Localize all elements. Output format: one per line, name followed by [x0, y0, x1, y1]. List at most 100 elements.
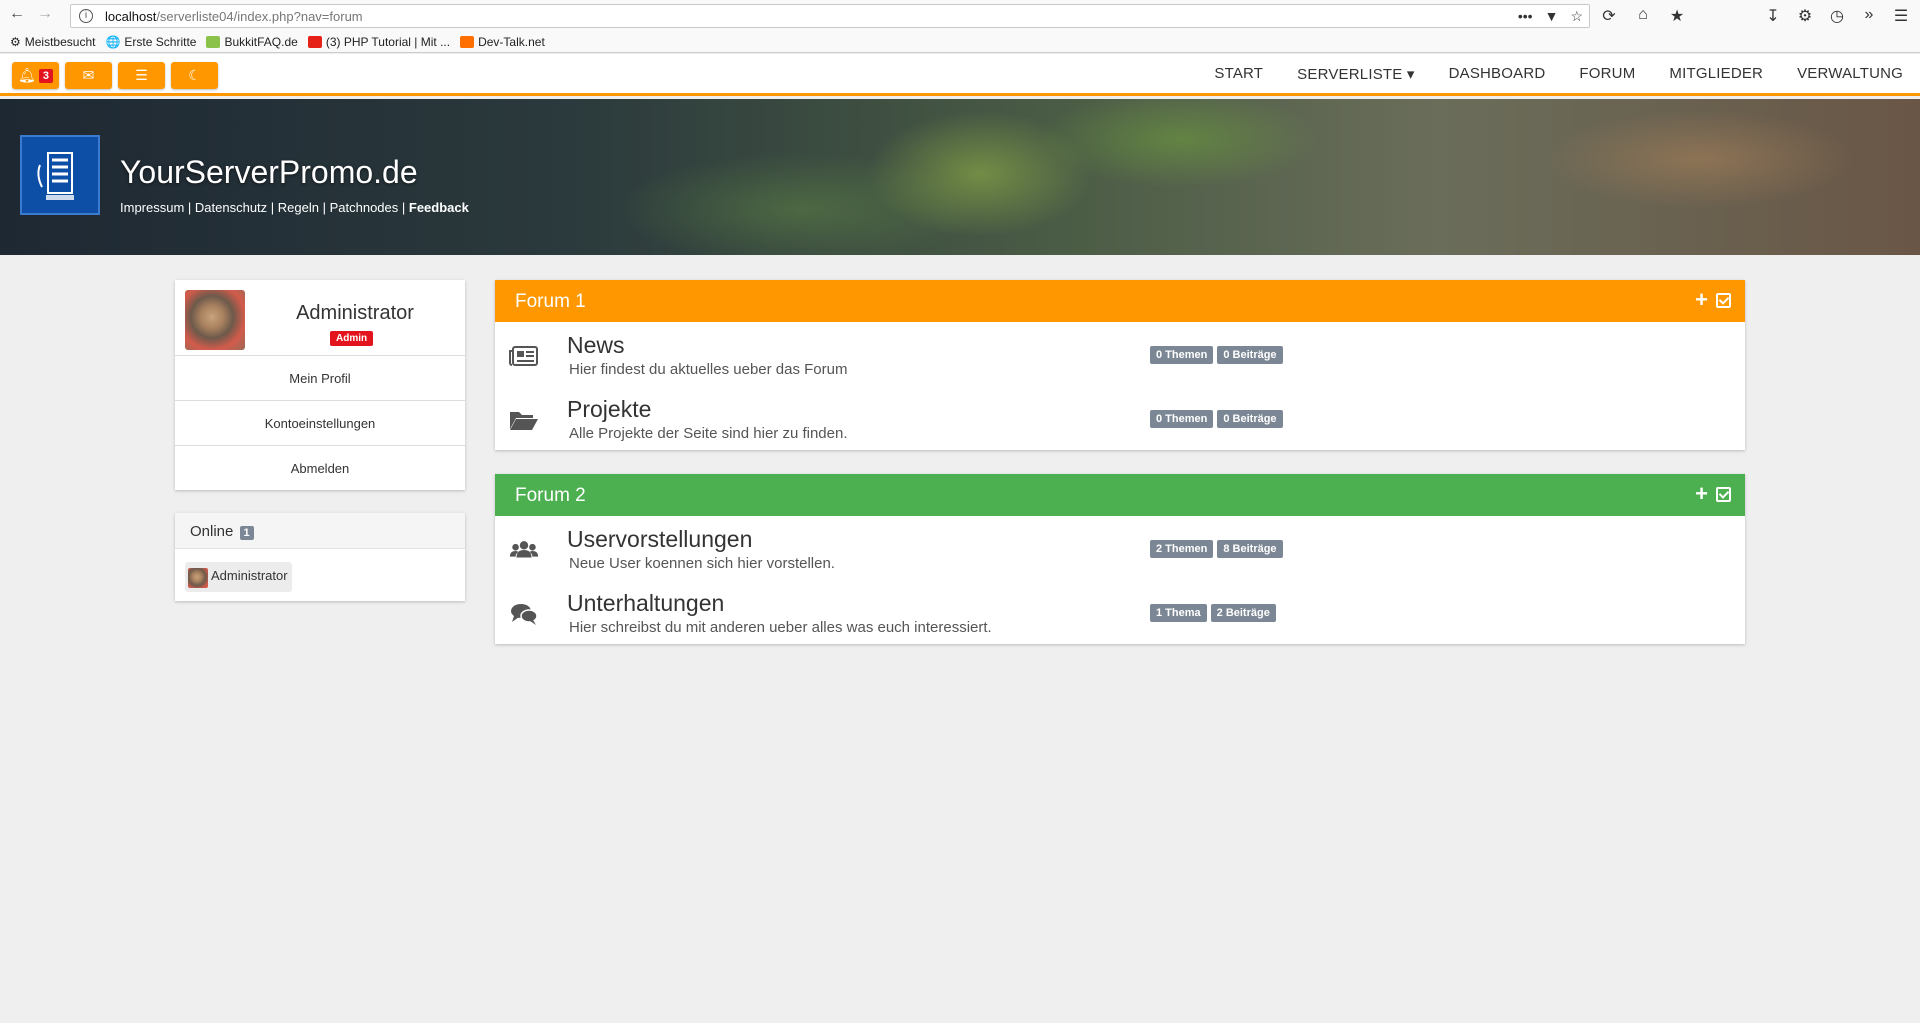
- board-description: Hier schreibst du mit anderen ueber alle…: [569, 619, 992, 636]
- posts-badge: 8 Beiträge: [1217, 540, 1283, 558]
- page-actions-icon[interactable]: •••: [1518, 8, 1533, 25]
- home-icon[interactable]: ⌂: [1634, 6, 1652, 26]
- site-navbar: 🔔︎ 3 ✉ ☰ ☾ START SERVERLISTE ▾ DASHBOARD…: [0, 54, 1920, 96]
- bookmark-item[interactable]: BukkitFAQ.de: [206, 35, 298, 49]
- online-user[interactable]: Administrator: [185, 562, 292, 592]
- posts-badge: 2 Beiträge: [1210, 604, 1276, 622]
- chat-bubble-icon: [460, 35, 475, 48]
- topics-badge: 1 Thema: [1150, 604, 1207, 622]
- pocket-icon[interactable]: ▼: [1545, 8, 1559, 25]
- check-square-icon[interactable]: [1716, 486, 1731, 502]
- forum-category-header: Forum 2 +: [495, 474, 1745, 516]
- overflow-icon[interactable]: »: [1860, 6, 1878, 26]
- board-row[interactable]: News Hier findest du aktuelles ueber das…: [495, 322, 1745, 386]
- folder-open-icon: [510, 412, 538, 430]
- history-icon[interactable]: ◷: [1828, 6, 1846, 26]
- link-regeln[interactable]: Regeln: [278, 200, 319, 215]
- notifications-button[interactable]: 🔔︎ 3: [12, 62, 59, 89]
- messages-button[interactable]: ✉: [65, 62, 112, 89]
- reload-icon[interactable]: ⟳: [1600, 6, 1618, 26]
- users-icon: [509, 541, 539, 558]
- board-row[interactable]: Unterhaltungen Hier schreibst du mit and…: [495, 580, 1745, 644]
- site-logo[interactable]: [20, 135, 100, 215]
- link-impressum[interactable]: Impressum: [120, 200, 184, 215]
- board-row[interactable]: Uservorstellungen Neue User koennen sich…: [495, 516, 1745, 580]
- bell-icon: 🔔︎: [18, 67, 36, 83]
- bookmark-item[interactable]: 🌐 Erste Schritte: [105, 35, 196, 49]
- back-icon[interactable]: ←: [6, 5, 28, 23]
- profile-panel: Administrator Admin Mein Profil Kontoein…: [175, 280, 465, 490]
- download-icon[interactable]: ↧: [1764, 6, 1782, 26]
- menu-dashboard[interactable]: DASHBOARD: [1432, 65, 1563, 82]
- youtube-icon: [307, 35, 322, 48]
- link-feedback[interactable]: Feedback: [409, 200, 469, 215]
- menu-verwaltung[interactable]: VERWALTUNG: [1780, 65, 1920, 82]
- newspaper-icon: [509, 346, 538, 366]
- topics-badge: 0 Themen: [1150, 410, 1214, 428]
- comments-icon: [511, 604, 538, 625]
- board-title[interactable]: Unterhaltungen: [567, 590, 724, 617]
- url-bar[interactable]: i localhost/serverliste04/index.php?nav=…: [70, 4, 1590, 28]
- gear-icon: ⚙: [10, 34, 21, 49]
- my-profile-link[interactable]: Mein Profil: [175, 355, 465, 400]
- board-title[interactable]: Projekte: [567, 396, 651, 423]
- forum-category: Forum 2 + Uservorstellungen Neue User ko…: [495, 474, 1745, 644]
- bukkit-icon: [206, 35, 221, 48]
- server-icon: ☰: [135, 67, 148, 83]
- topics-badge: 0 Themen: [1150, 346, 1214, 364]
- board-description: Alle Projekte der Seite sind hier zu fin…: [569, 425, 848, 442]
- gear-icon[interactable]: ⚙: [1796, 6, 1814, 26]
- online-header: Online 1: [175, 513, 465, 549]
- link-datenschutz[interactable]: Datenschutz: [195, 200, 267, 215]
- browser-toolbar: ← → i localhost/serverliste04/index.php?…: [0, 0, 1920, 31]
- menu-serverliste[interactable]: SERVERLISTE ▾: [1280, 65, 1431, 83]
- menu-icon[interactable]: ☰: [1892, 6, 1910, 26]
- site-title: YourServerPromo.de: [120, 154, 418, 190]
- logout-link[interactable]: Abmelden: [175, 445, 465, 490]
- moon-icon: ☾: [188, 67, 201, 83]
- posts-badge: 0 Beiträge: [1217, 410, 1283, 428]
- bookmark-item[interactable]: (3) PHP Tutorial | Mit ...: [307, 35, 450, 49]
- forum-category-title[interactable]: Forum 2: [515, 485, 586, 506]
- role-badge: Admin: [330, 331, 374, 346]
- user-avatar: [188, 568, 208, 588]
- main-menu: START SERVERLISTE ▾ DASHBOARD FORUM MITG…: [1197, 54, 1920, 93]
- avatar[interactable]: [185, 290, 245, 350]
- star-icon[interactable]: ☆: [1570, 8, 1583, 25]
- forum-category-title[interactable]: Forum 1: [515, 291, 586, 312]
- check-square-icon[interactable]: [1716, 292, 1731, 308]
- menu-start[interactable]: START: [1197, 65, 1280, 82]
- header-banner: YourServerPromo.de Impressum | Datenschu…: [0, 99, 1920, 255]
- online-user-name: Administrator: [211, 568, 288, 583]
- site-links: Impressum | Datenschutz | Regeln | Patch…: [120, 200, 469, 215]
- account-settings-link[interactable]: Kontoeinstellungen: [175, 400, 465, 445]
- bookmarks-bar: ⚙ Meistbesucht 🌐 Erste Schritte BukkitFAQ.…: [0, 31, 1920, 53]
- link-patchnodes[interactable]: Patchnodes: [330, 200, 399, 215]
- url-host: localhost: [105, 8, 157, 24]
- forum-category: Forum 1 + News Hier findest du aktuelles…: [495, 280, 1745, 450]
- board-description: Hier findest du aktuelles ueber das Foru…: [569, 361, 848, 378]
- menu-mitglieder[interactable]: MITGLIEDER: [1652, 65, 1780, 82]
- plus-icon[interactable]: +: [1695, 483, 1708, 505]
- online-panel: Online 1 Administrator: [175, 513, 465, 601]
- bookmark-item[interactable]: Dev-Talk.net: [460, 35, 545, 49]
- plus-icon[interactable]: +: [1695, 289, 1708, 311]
- globe-icon: 🌐: [105, 34, 121, 49]
- board-title[interactable]: News: [567, 332, 625, 359]
- dark-mode-button[interactable]: ☾: [171, 62, 218, 89]
- online-count-badge: 1: [239, 526, 254, 540]
- forward-icon[interactable]: →: [34, 5, 56, 23]
- menu-forum[interactable]: FORUM: [1562, 65, 1652, 82]
- server-button[interactable]: ☰: [118, 62, 165, 89]
- online-label: Online: [190, 523, 234, 540]
- topics-badge: 2 Themen: [1150, 540, 1214, 558]
- profile-name: Administrator: [296, 302, 414, 324]
- url-path: /serverliste04/index.php?nav=forum: [156, 8, 363, 24]
- board-description: Neue User koennen sich hier vorstellen.: [569, 555, 835, 572]
- board-row[interactable]: Projekte Alle Projekte der Seite sind hi…: [495, 386, 1745, 450]
- info-icon[interactable]: i: [79, 9, 93, 23]
- envelope-icon: ✉: [82, 67, 95, 83]
- bookmark-star-icon[interactable]: ★: [1668, 6, 1686, 26]
- board-title[interactable]: Uservorstellungen: [567, 526, 752, 553]
- bookmark-item[interactable]: ⚙ Meistbesucht: [10, 35, 95, 49]
